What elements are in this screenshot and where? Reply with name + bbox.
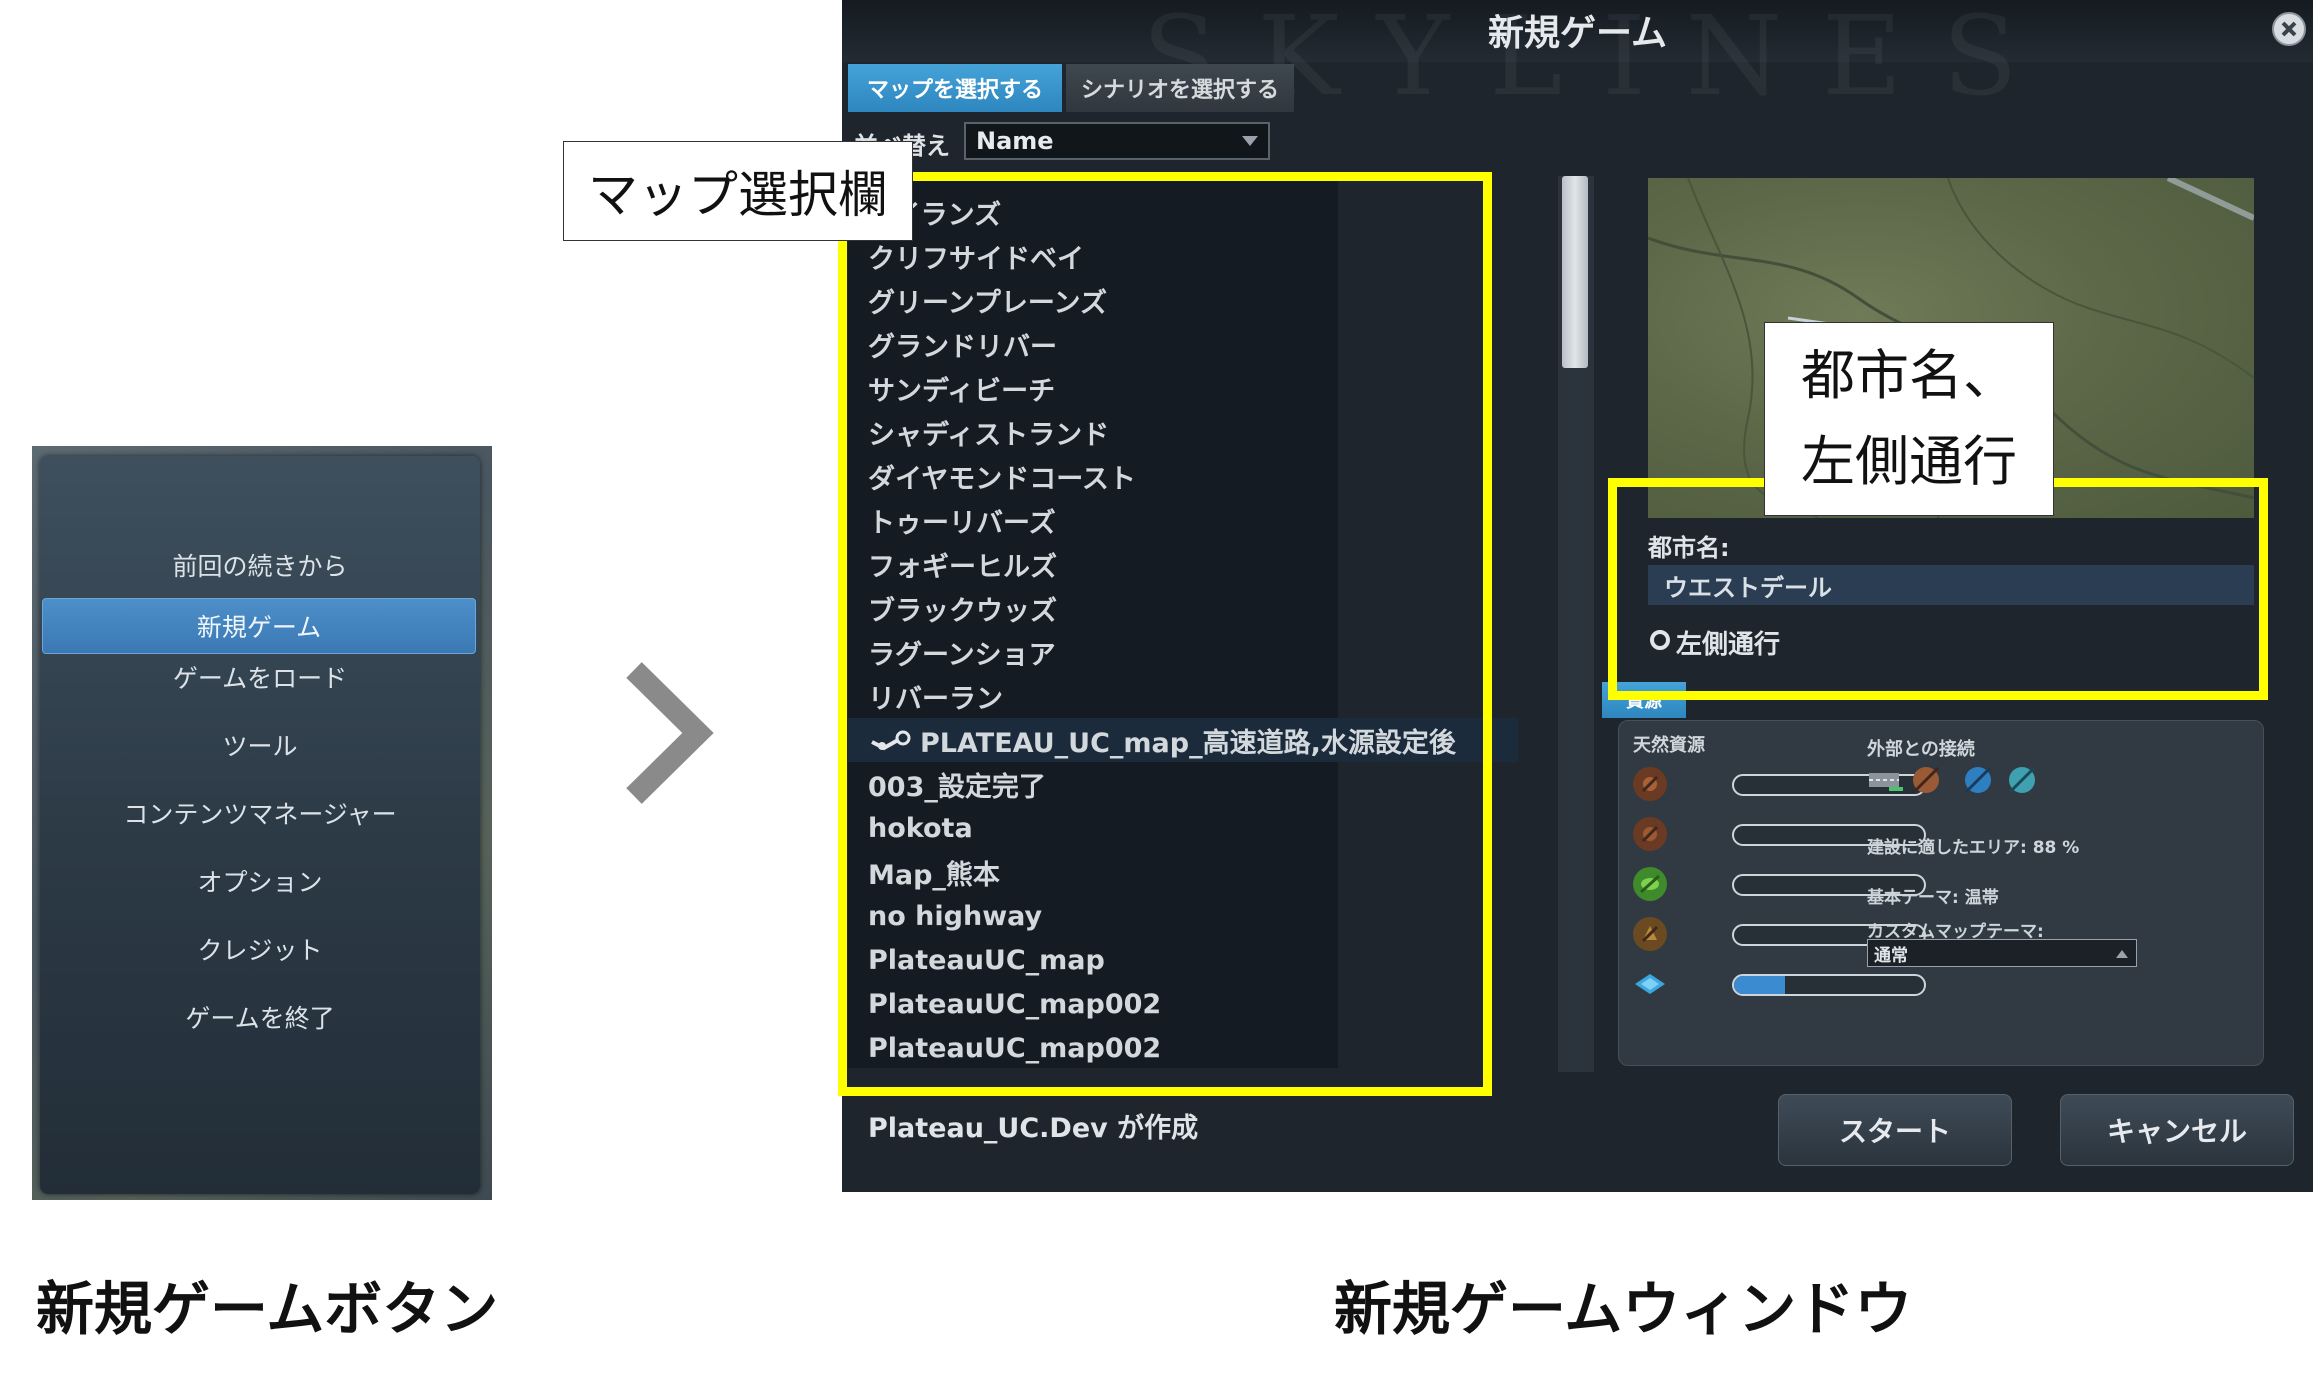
city-settings-callout: 都市名、 左側通行 [1764, 322, 2054, 516]
map-select-callout: マップ選択欄 [563, 141, 913, 241]
train-icon [1907, 761, 1945, 799]
sort-dropdown[interactable]: Name [964, 122, 1270, 160]
menu-item-options[interactable]: オプション [40, 853, 480, 909]
water-bar [1732, 974, 1926, 996]
menu-item-new-game[interactable]: 新規ゲーム [42, 598, 476, 654]
cancel-button[interactable]: キャンセル [2060, 1094, 2294, 1166]
menu-item-load-game[interactable]: ゲームをロード [40, 649, 480, 705]
plane-icon [2003, 761, 2041, 799]
chevron-down-icon [1242, 136, 1258, 146]
map-select-highlight [838, 172, 1492, 1096]
ship-icon [1959, 761, 1997, 799]
menu-item-quit[interactable]: ゲームを終了 [40, 989, 480, 1045]
custom-theme-dropdown[interactable]: 通常 [1867, 939, 2137, 967]
window-title: 新規ゲーム [1488, 13, 1667, 54]
natural-resources-heading: 天然資源 [1633, 735, 1705, 756]
connections-heading: 外部との接続 [1867, 739, 1975, 760]
forest-icon [1633, 917, 1667, 951]
ore-icon [1633, 767, 1667, 801]
menu-item-content-manager[interactable]: コンテンツマネージャー [40, 785, 480, 841]
window-titlebar: SKYLINES 新規ゲーム [842, 0, 2313, 120]
highway-icon [1867, 761, 1905, 799]
caption-new-game-window: 新規ゲームウィンドウ [1334, 1275, 1913, 1343]
menu-item-continue[interactable]: 前回の続きから [40, 537, 480, 593]
resources-panel: 天然資源 外部との接続 建設に適したエリア: 88 % 基本テーマ: 温帯 カス… [1618, 720, 2264, 1066]
main-menu-panel: 前回の続きから 新規ゲーム ゲームをロード ツール コンテンツマネージャー オプ… [40, 456, 480, 1194]
custom-theme-value: 通常 [1874, 945, 1908, 966]
chevron-right-icon [626, 662, 714, 804]
oil-icon [1633, 817, 1667, 851]
base-theme-text: 基本テーマ: 温帯 [1867, 888, 1999, 908]
fertile-land-icon [1633, 867, 1667, 901]
buildable-area-text: 建設に適したエリア: 88 % [1867, 838, 2080, 858]
caption-new-game-button: 新規ゲームボタン [36, 1275, 499, 1343]
list-scrollbar-thumb[interactable] [1562, 176, 1588, 368]
close-icon[interactable] [2272, 12, 2306, 46]
water-icon [1633, 967, 1667, 1001]
callout-line-2: 左側通行 [1801, 430, 2017, 493]
menu-item-tools[interactable]: ツール [40, 717, 480, 773]
sort-dropdown-value: Name [976, 127, 1054, 155]
tab-select-scenario[interactable]: シナリオを選択する [1066, 64, 1294, 112]
menu-item-credits[interactable]: クレジット [40, 921, 480, 977]
map-author-text: Plateau_UC.Dev が作成 [868, 1113, 1199, 1144]
start-button[interactable]: スタート [1778, 1094, 2012, 1166]
tab-select-map[interactable]: マップを選択する [848, 64, 1062, 112]
callout-line-1: 都市名、 [1801, 344, 2017, 407]
chevron-up-icon [2116, 950, 2128, 958]
